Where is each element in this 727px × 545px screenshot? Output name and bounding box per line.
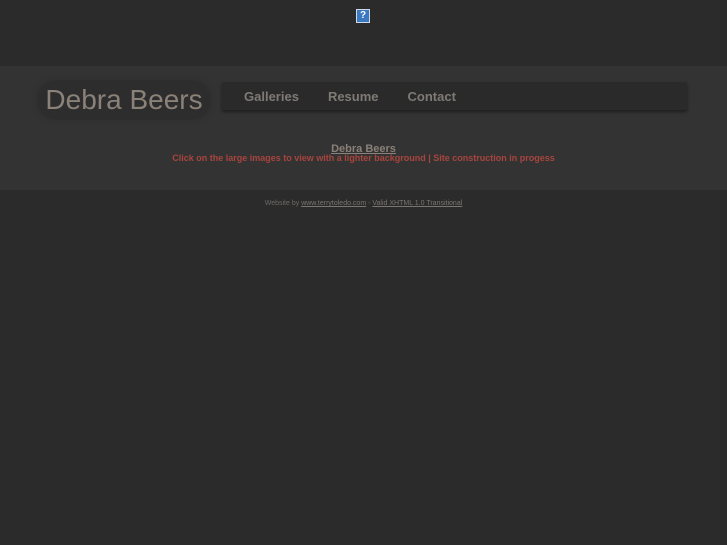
- main-nav: Galleries Resume Contact: [222, 82, 687, 110]
- footer: Website by www.terrytoledo.com - Valid X…: [0, 200, 727, 207]
- broken-image-icon: ?: [356, 9, 370, 23]
- nav-contact[interactable]: Contact: [408, 89, 456, 104]
- validator-link[interactable]: Valid XHTML 1.0 Transitional: [372, 200, 462, 207]
- footer-prefix: Website by: [264, 200, 302, 207]
- top-area: ?: [0, 0, 727, 66]
- nav-resume[interactable]: Resume: [328, 89, 379, 104]
- site-logo[interactable]: Debra Beers: [38, 81, 210, 119]
- nav-galleries[interactable]: Galleries: [244, 89, 299, 104]
- designer-link[interactable]: www.terrytoledo.com: [301, 200, 366, 207]
- site-notice: Click on the large images to view with a…: [172, 153, 555, 163]
